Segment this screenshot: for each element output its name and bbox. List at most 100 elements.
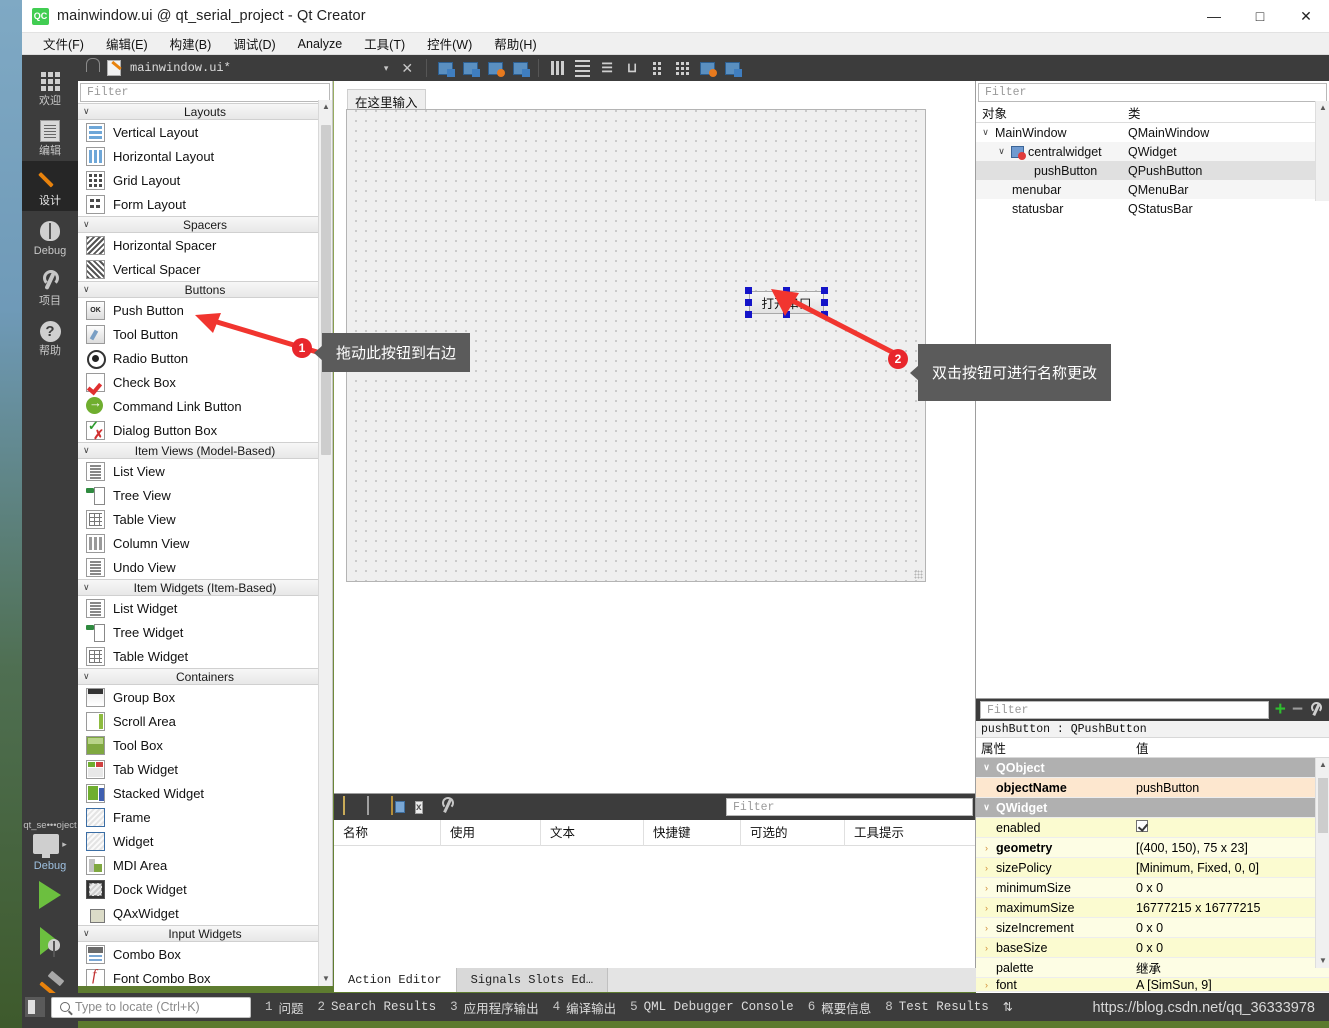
debug-run-button[interactable] <box>22 918 78 964</box>
tree-row-pushbutton[interactable]: pushButton QPushButton <box>976 161 1329 180</box>
resize-handle-tr[interactable] <box>821 287 828 294</box>
edit-widgets-icon[interactable] <box>434 57 456 79</box>
chevron-down-icon[interactable]: ∨ <box>981 802 992 813</box>
paste-icon[interactable] <box>391 796 411 817</box>
group-layouts[interactable]: ∨ Layouts <box>78 103 332 120</box>
mode-design[interactable]: 设计 <box>22 161 78 211</box>
configure-icon[interactable] <box>1309 702 1325 718</box>
scroll-up-icon[interactable]: ▲ <box>319 100 332 114</box>
widget-table-widget[interactable]: Table Widget <box>78 644 332 668</box>
edit-buddies-icon[interactable] <box>484 57 506 79</box>
output-tab-application-output[interactable]: 3 应用程序输出 <box>450 998 539 1017</box>
widget-vertical-layout[interactable]: Vertical Layout <box>78 120 332 144</box>
widget-scroll-area[interactable]: Scroll Area <box>78 709 332 733</box>
resize-handle-mr[interactable] <box>821 299 828 306</box>
scroll-up-icon[interactable]: ▲ <box>1316 758 1329 772</box>
scroll-thumb[interactable] <box>321 125 331 455</box>
property-row-font[interactable]: › font A [SimSun, 9] <box>976 978 1329 992</box>
group-spacers[interactable]: ∨ Spacers <box>78 216 332 233</box>
mode-projects[interactable]: 项目 <box>22 261 78 311</box>
add-property-icon[interactable]: + <box>1275 700 1286 719</box>
widget-list-widget[interactable]: List Widget <box>78 596 332 620</box>
group-buttons[interactable]: ∨ Buttons <box>78 281 332 298</box>
chevron-right-icon[interactable]: › <box>981 903 992 913</box>
widget-dock-widget[interactable]: Dock Widget <box>78 877 332 901</box>
property-value[interactable]: 16777215 x 16777215 <box>1131 901 1329 915</box>
chevron-right-icon[interactable]: › <box>981 843 992 853</box>
property-row-basesize[interactable]: › baseSize 0 x 0 <box>976 938 1329 958</box>
edit-tab-order-icon[interactable] <box>509 57 531 79</box>
tree-row-menubar[interactable]: menubar QMenuBar <box>976 180 1329 199</box>
layout-vertically-icon[interactable] <box>571 57 593 79</box>
widget-vertical-spacer[interactable]: Vertical Spacer <box>78 257 332 281</box>
minimize-icon[interactable]: — <box>1191 0 1237 33</box>
chevron-down-icon[interactable]: ▾ <box>384 63 389 74</box>
layout-horizontally-icon[interactable] <box>546 57 568 79</box>
output-tab-general-messages[interactable]: 6 概要信息 <box>808 998 872 1017</box>
property-row-geometry[interactable]: › geometry [(400, 150), 75 x 23] <box>976 838 1329 858</box>
chevron-right-icon[interactable]: › <box>981 943 992 953</box>
widget-dialog-button-box[interactable]: Dialog Button Box <box>78 418 332 443</box>
mode-edit[interactable]: 编辑 <box>22 111 78 161</box>
widget-command-link-button[interactable]: Command Link Button <box>78 394 332 418</box>
property-editor-scrollbar[interactable]: ▲ ▼ <box>1315 758 1329 968</box>
group-item-widgets[interactable]: ∨ Item Widgets (Item-Based) <box>78 579 332 596</box>
delete-icon[interactable]: x <box>415 797 435 817</box>
property-row-enabled[interactable]: enabled <box>976 818 1329 838</box>
property-value[interactable]: 0 x 0 <box>1131 921 1329 935</box>
widget-combo-box[interactable]: Combo Box <box>78 942 332 966</box>
layout-grid-icon[interactable] <box>671 57 693 79</box>
property-row-maximumsize[interactable]: › maximumSize 16777215 x 16777215 <box>976 898 1329 918</box>
resize-handle-tm[interactable] <box>783 287 790 294</box>
menu-analyze[interactable]: Analyze <box>287 35 353 53</box>
tab-action-editor[interactable]: Action Editor <box>334 968 457 992</box>
property-value[interactable]: A [SimSun, 9] <box>1131 978 1329 991</box>
open-document-name[interactable]: mainwindow.ui* <box>130 61 231 75</box>
mode-help[interactable]: ? 帮助 <box>22 311 78 361</box>
sidebar-toggle-icon[interactable] <box>25 997 45 1017</box>
layout-form-icon[interactable] <box>646 57 668 79</box>
object-inspector-scrollbar[interactable]: ▲ <box>1315 101 1329 201</box>
scroll-thumb[interactable] <box>1318 778 1328 833</box>
output-pane-toggle-icon[interactable]: ⇅ <box>1003 1000 1013 1014</box>
resize-handle-bl[interactable] <box>745 311 752 318</box>
chevron-down-icon[interactable]: ∨ <box>980 127 991 138</box>
widget-tool-box[interactable]: Tool Box <box>78 733 332 757</box>
widget-widget[interactable]: Widget <box>78 829 332 853</box>
scroll-up-icon[interactable]: ▲ <box>1316 101 1329 115</box>
widget-font-combo-box[interactable]: Font Combo Box <box>78 966 332 986</box>
widget-undo-view[interactable]: Undo View <box>78 555 332 579</box>
output-tab-issues[interactable]: 1 问题 <box>265 998 304 1017</box>
widget-table-view[interactable]: Table View <box>78 507 332 531</box>
property-value[interactable]: 0 x 0 <box>1131 941 1329 955</box>
property-group-qwidget[interactable]: ∨ QWidget <box>976 798 1329 818</box>
widget-tree-widget[interactable]: Tree Widget <box>78 620 332 644</box>
resize-handle-ml[interactable] <box>745 299 752 306</box>
property-value[interactable]: [(400, 150), 75 x 23] <box>1131 841 1329 855</box>
output-tab-compile-output[interactable]: 4 编译输出 <box>553 998 617 1017</box>
remove-property-icon[interactable]: − <box>1292 700 1303 719</box>
widget-form-layout[interactable]: Form Layout <box>78 192 332 216</box>
widget-qax-widget[interactable]: QAxWidget <box>78 901 332 925</box>
widget-tab-widget[interactable]: Tab Widget <box>78 757 332 781</box>
menu-file[interactable]: 文件(F) <box>32 32 95 55</box>
group-item-views[interactable]: ∨ Item Views (Model-Based) <box>78 442 332 459</box>
menu-widgets[interactable]: 控件(W) <box>416 32 483 55</box>
widget-check-box[interactable]: Check Box <box>78 370 332 394</box>
group-input-widgets[interactable]: ∨ Input Widgets <box>78 925 332 942</box>
menu-build[interactable]: 构建(B) <box>159 32 223 55</box>
group-containers[interactable]: ∨ Containers <box>78 668 332 685</box>
widget-box-filter[interactable]: Filter <box>80 83 330 102</box>
output-tab-test-results[interactable]: 8 Test Results <box>885 1000 989 1014</box>
widget-grid-layout[interactable]: Grid Layout <box>78 168 332 192</box>
widget-stacked-widget[interactable]: Stacked Widget <box>78 781 332 805</box>
menu-tools[interactable]: 工具(T) <box>353 32 416 55</box>
property-row-objectname[interactable]: objectName pushButton <box>976 778 1329 798</box>
widget-group-box[interactable]: Group Box <box>78 685 332 709</box>
maximize-icon[interactable]: □ <box>1237 0 1283 33</box>
property-row-palette[interactable]: palette 继承 <box>976 958 1329 978</box>
tree-row-centralwidget[interactable]: ∨ centralwidget QWidget <box>976 142 1329 161</box>
widget-tree-view[interactable]: Tree View <box>78 483 332 507</box>
form-resize-grip[interactable] <box>914 570 923 579</box>
chevron-right-icon[interactable]: › <box>981 883 992 893</box>
